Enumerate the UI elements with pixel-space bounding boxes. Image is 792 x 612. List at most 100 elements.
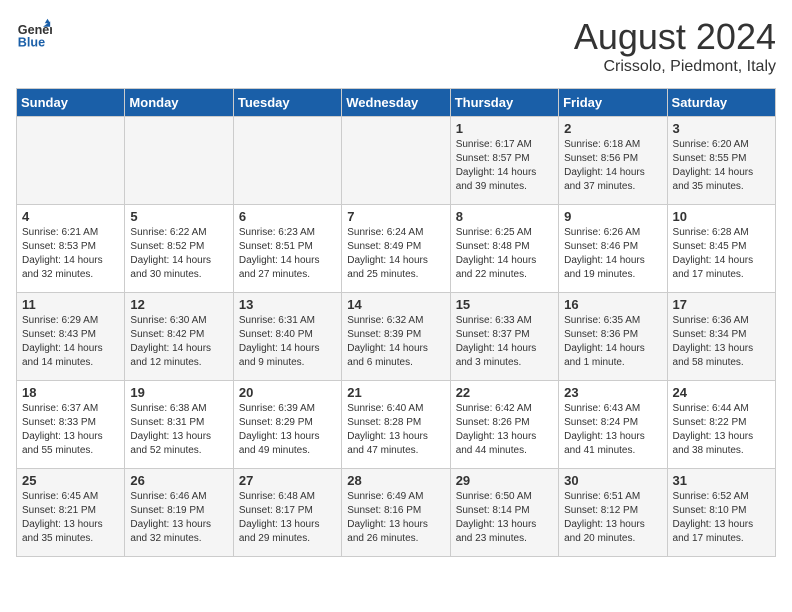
day-number: 24	[673, 385, 770, 400]
calendar-cell: 21 Sunrise: 6:40 AM Sunset: 8:28 PM Dayli…	[342, 381, 450, 469]
week-row-2: 4 Sunrise: 6:21 AM Sunset: 8:53 PM Daylig…	[17, 205, 776, 293]
calendar-cell: 12 Sunrise: 6:30 AM Sunset: 8:42 PM Dayli…	[125, 293, 233, 381]
calendar-cell	[342, 117, 450, 205]
calendar-cell: 2 Sunrise: 6:18 AM Sunset: 8:56 PM Daylig…	[559, 117, 667, 205]
calendar-cell: 22 Sunrise: 6:42 AM Sunset: 8:26 PM Dayli…	[450, 381, 558, 469]
calendar-cell: 10 Sunrise: 6:28 AM Sunset: 8:45 PM Dayli…	[667, 205, 775, 293]
day-info: Sunrise: 6:52 AM Sunset: 8:10 PM Dayligh…	[673, 490, 770, 546]
day-info: Sunrise: 6:40 AM Sunset: 8:28 PM Dayligh…	[347, 402, 444, 458]
calendar-cell: 9Sunrise: 6:26 AM Sunset: 8:46 PM Daylig…	[559, 205, 667, 293]
day-number: 20	[239, 385, 336, 400]
day-number: 16	[564, 297, 661, 312]
day-info: Sunrise: 6:42 AM Sunset: 8:26 PM Dayligh…	[456, 402, 553, 458]
calendar-cell	[125, 117, 233, 205]
calendar-cell: 26Sunrise: 6:46 AM Sunset: 8:19 PM Dayli…	[125, 469, 233, 557]
calendar-cell: 20 Sunrise: 6:39 AM Sunset: 8:29 PM Dayli…	[233, 381, 341, 469]
calendar-cell: 24 Sunrise: 6:44 AM Sunset: 8:22 PM Dayli…	[667, 381, 775, 469]
day-info: Sunrise: 6:51 AM Sunset: 8:12 PM Dayligh…	[564, 490, 661, 546]
week-row-4: 18 Sunrise: 6:37 AM Sunset: 8:33 PM Dayli…	[17, 381, 776, 469]
day-number: 29	[456, 473, 553, 488]
weekday-header-thursday: Thursday	[450, 89, 558, 117]
day-number: 12	[130, 297, 227, 312]
day-info: Sunrise: 6:44 AM Sunset: 8:22 PM Dayligh…	[673, 402, 770, 458]
day-number: 28	[347, 473, 444, 488]
day-number: 30	[564, 473, 661, 488]
day-info: Sunrise: 6:48 AM Sunset: 8:17 PM Dayligh…	[239, 490, 336, 546]
day-info: Sunrise: 6:37 AM Sunset: 8:33 PM Dayligh…	[22, 402, 119, 458]
day-number: 10	[673, 209, 770, 224]
day-info: Sunrise: 6:38 AM Sunset: 8:31 PM Dayligh…	[130, 402, 227, 458]
calendar-cell: 25Sunrise: 6:45 AM Sunset: 8:21 PM Dayli…	[17, 469, 125, 557]
day-number: 13	[239, 297, 336, 312]
title-block: August 2024 Crissolo, Piedmont, Italy	[574, 16, 776, 76]
day-info: Sunrise: 6:17 AM Sunset: 8:57 PM Dayligh…	[456, 138, 553, 194]
day-info: Sunrise: 6:35 AM Sunset: 8:36 PM Dayligh…	[564, 314, 661, 370]
week-row-1: 1 Sunrise: 6:17 AM Sunset: 8:57 PM Daylig…	[17, 117, 776, 205]
weekday-header-sunday: Sunday	[17, 89, 125, 117]
logo-icon: General Blue	[16, 16, 52, 52]
day-info: Sunrise: 6:30 AM Sunset: 8:42 PM Dayligh…	[130, 314, 227, 370]
day-number: 1	[456, 121, 553, 136]
day-number: 3	[673, 121, 770, 136]
calendar-cell: 3 Sunrise: 6:20 AM Sunset: 8:55 PM Daylig…	[667, 117, 775, 205]
day-number: 6	[239, 209, 336, 224]
weekday-header-tuesday: Tuesday	[233, 89, 341, 117]
calendar-cell: 6Sunrise: 6:23 AM Sunset: 8:51 PM Daylig…	[233, 205, 341, 293]
day-number: 7	[347, 209, 444, 224]
logo: General Blue	[16, 16, 52, 52]
weekday-header-friday: Friday	[559, 89, 667, 117]
calendar-cell: 7 Sunrise: 6:24 AM Sunset: 8:49 PM Daylig…	[342, 205, 450, 293]
day-number: 25	[22, 473, 119, 488]
day-number: 15	[456, 297, 553, 312]
calendar-cell: 29 Sunrise: 6:50 AM Sunset: 8:14 PM Dayli…	[450, 469, 558, 557]
weekday-header-saturday: Saturday	[667, 89, 775, 117]
day-info: Sunrise: 6:50 AM Sunset: 8:14 PM Dayligh…	[456, 490, 553, 546]
day-info: Sunrise: 6:24 AM Sunset: 8:49 PM Dayligh…	[347, 226, 444, 282]
day-number: 21	[347, 385, 444, 400]
calendar-cell: 23 Sunrise: 6:43 AM Sunset: 8:24 PM Dayli…	[559, 381, 667, 469]
day-number: 8	[456, 209, 553, 224]
weekday-header-row: SundayMondayTuesdayWednesdayThursdayFrid…	[17, 89, 776, 117]
day-number: 9	[564, 209, 661, 224]
calendar-cell	[17, 117, 125, 205]
day-info: Sunrise: 6:29 AM Sunset: 8:43 PM Dayligh…	[22, 314, 119, 370]
calendar-cell: 13 Sunrise: 6:31 AM Sunset: 8:40 PM Dayli…	[233, 293, 341, 381]
calendar-cell: 28 Sunrise: 6:49 AM Sunset: 8:16 PM Dayli…	[342, 469, 450, 557]
day-info: Sunrise: 6:43 AM Sunset: 8:24 PM Dayligh…	[564, 402, 661, 458]
day-info: Sunrise: 6:25 AM Sunset: 8:48 PM Dayligh…	[456, 226, 553, 282]
day-number: 11	[22, 297, 119, 312]
day-number: 5	[130, 209, 227, 224]
day-info: Sunrise: 6:18 AM Sunset: 8:56 PM Dayligh…	[564, 138, 661, 194]
calendar-cell: 17Sunrise: 6:36 AM Sunset: 8:34 PM Dayli…	[667, 293, 775, 381]
day-info: Sunrise: 6:28 AM Sunset: 8:45 PM Dayligh…	[673, 226, 770, 282]
calendar-cell: 8 Sunrise: 6:25 AM Sunset: 8:48 PM Daylig…	[450, 205, 558, 293]
calendar-cell: 27Sunrise: 6:48 AM Sunset: 8:17 PM Dayli…	[233, 469, 341, 557]
calendar-cell: 14Sunrise: 6:32 AM Sunset: 8:39 PM Dayli…	[342, 293, 450, 381]
calendar-cell: 15Sunrise: 6:33 AM Sunset: 8:37 PM Dayli…	[450, 293, 558, 381]
week-row-5: 25Sunrise: 6:45 AM Sunset: 8:21 PM Dayli…	[17, 469, 776, 557]
day-info: Sunrise: 6:46 AM Sunset: 8:19 PM Dayligh…	[130, 490, 227, 546]
day-number: 2	[564, 121, 661, 136]
day-info: Sunrise: 6:49 AM Sunset: 8:16 PM Dayligh…	[347, 490, 444, 546]
day-info: Sunrise: 6:31 AM Sunset: 8:40 PM Dayligh…	[239, 314, 336, 370]
day-number: 4	[22, 209, 119, 224]
calendar-cell: 30 Sunrise: 6:51 AM Sunset: 8:12 PM Dayli…	[559, 469, 667, 557]
week-row-3: 11 Sunrise: 6:29 AM Sunset: 8:43 PM Dayli…	[17, 293, 776, 381]
weekday-header-monday: Monday	[125, 89, 233, 117]
day-info: Sunrise: 6:21 AM Sunset: 8:53 PM Dayligh…	[22, 226, 119, 282]
day-info: Sunrise: 6:20 AM Sunset: 8:55 PM Dayligh…	[673, 138, 770, 194]
calendar-cell: 1 Sunrise: 6:17 AM Sunset: 8:57 PM Daylig…	[450, 117, 558, 205]
calendar-cell: 4 Sunrise: 6:21 AM Sunset: 8:53 PM Daylig…	[17, 205, 125, 293]
day-number: 31	[673, 473, 770, 488]
calendar-cell: 16 Sunrise: 6:35 AM Sunset: 8:36 PM Dayli…	[559, 293, 667, 381]
calendar-cell	[233, 117, 341, 205]
day-number: 23	[564, 385, 661, 400]
day-number: 18	[22, 385, 119, 400]
day-number: 22	[456, 385, 553, 400]
day-info: Sunrise: 6:39 AM Sunset: 8:29 PM Dayligh…	[239, 402, 336, 458]
calendar-cell: 5Sunrise: 6:22 AM Sunset: 8:52 PM Daylig…	[125, 205, 233, 293]
day-info: Sunrise: 6:32 AM Sunset: 8:39 PM Dayligh…	[347, 314, 444, 370]
calendar-cell: 11 Sunrise: 6:29 AM Sunset: 8:43 PM Dayli…	[17, 293, 125, 381]
calendar-cell: 31 Sunrise: 6:52 AM Sunset: 8:10 PM Dayli…	[667, 469, 775, 557]
day-number: 17	[673, 297, 770, 312]
